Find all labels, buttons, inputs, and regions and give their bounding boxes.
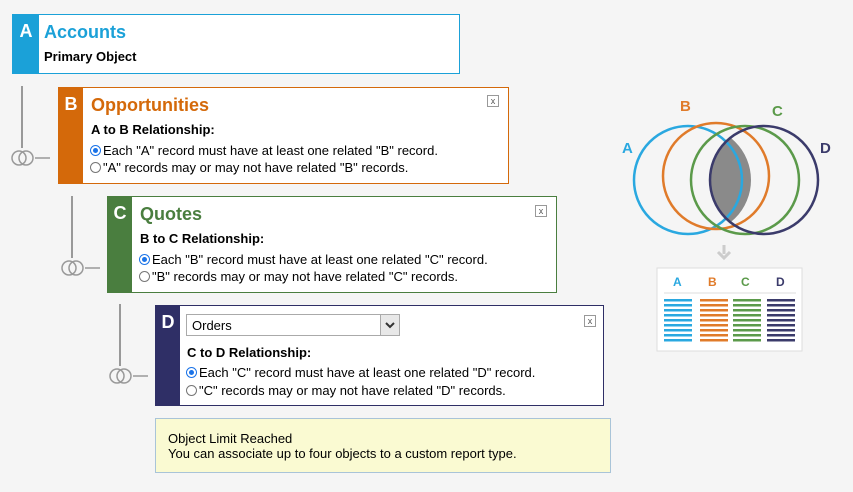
option-label: "C" records may or may not have related …	[199, 383, 506, 398]
radio-d-required[interactable]	[186, 367, 197, 378]
report-column-line-a	[664, 299, 692, 302]
report-column-line-b	[700, 319, 728, 322]
relationship-label-d: C to D Relationship:	[187, 345, 312, 360]
object-select-d[interactable]: Orders	[186, 314, 400, 336]
report-column-line-a	[664, 314, 692, 317]
report-column-line-d	[767, 339, 795, 342]
report-column-line-a	[664, 334, 692, 337]
connector-b	[11, 86, 50, 166]
column-label-d: D	[776, 275, 785, 289]
object-panel-b: B Opportunities x A to B Relationship: E…	[58, 87, 509, 184]
object-letter-c: C	[108, 197, 132, 292]
object-limit-notice: Object Limit Reached You can associate u…	[155, 418, 611, 473]
report-column-line-c	[733, 314, 761, 317]
report-column-line-b	[700, 339, 728, 342]
report-column-line-a	[664, 329, 692, 332]
option-label: "A" records may or may not have related …	[103, 160, 409, 175]
option-label: Each "A" record must have at least one r…	[103, 143, 438, 158]
option-label: "B" records may or may not have related …	[152, 269, 459, 284]
report-column-line-c	[733, 319, 761, 322]
object-title-c: Quotes	[140, 204, 203, 224]
relationship-option-b-required[interactable]: Each "A" record must have at least one r…	[90, 142, 438, 159]
chevron-down-icon[interactable]	[380, 315, 399, 335]
report-column-line-d	[767, 319, 795, 322]
report-column-line-d	[767, 309, 795, 312]
relationship-option-d-required[interactable]: Each "C" record must have at least one r…	[186, 364, 535, 381]
report-column-line-b	[700, 304, 728, 307]
venn-diagram-illustration: A B C D A B C D	[622, 98, 831, 352]
object-select-value: Orders	[192, 318, 232, 333]
radio-c-optional[interactable]	[139, 271, 150, 282]
report-column-line-d	[767, 334, 795, 337]
report-column-line-d	[767, 314, 795, 317]
primary-object-label: Primary Object	[44, 49, 137, 64]
radio-c-required[interactable]	[139, 254, 150, 265]
relationship-option-b-optional[interactable]: "A" records may or may not have related …	[90, 159, 408, 176]
object-title-b: Opportunities	[91, 95, 209, 115]
close-button-d[interactable]: x	[584, 315, 596, 327]
report-column-line-d	[767, 299, 795, 302]
report-column-line-b	[700, 329, 728, 332]
report-column-line-c	[733, 329, 761, 332]
relationship-label-c: B to C Relationship:	[140, 231, 265, 246]
report-column-line-a	[664, 319, 692, 322]
object-panel-d: D Orders x C to D Relationship: Each "C"…	[155, 305, 604, 406]
report-column-line-c	[733, 299, 761, 302]
report-column-line-a	[664, 339, 692, 342]
report-column-line-b	[700, 334, 728, 337]
object-letter-d: D	[156, 306, 180, 405]
object-panel-a: A Accounts Primary Object	[12, 14, 460, 74]
relationship-option-c-required[interactable]: Each "B" record must have at least one r…	[139, 251, 488, 268]
radio-b-required[interactable]	[90, 145, 101, 156]
option-label: Each "B" record must have at least one r…	[152, 252, 488, 267]
relationship-label-b: A to B Relationship:	[91, 122, 215, 137]
notice-message: You can associate up to four objects to …	[168, 446, 517, 461]
column-label-b: B	[708, 275, 717, 289]
close-button-b[interactable]: x	[487, 95, 499, 107]
venn-label-a: A	[622, 140, 633, 157]
close-button-c[interactable]: x	[535, 205, 547, 217]
arrow-down-icon	[716, 245, 732, 261]
option-label: Each "C" record must have at least one r…	[199, 365, 536, 380]
relationship-option-c-optional[interactable]: "B" records may or may not have related …	[139, 268, 458, 285]
connector-c	[61, 196, 100, 276]
connector-d	[109, 304, 148, 384]
report-column-line-a	[664, 324, 692, 327]
column-label-c: C	[741, 275, 750, 289]
report-column-line-b	[700, 299, 728, 302]
report-column-line-d	[767, 329, 795, 332]
relationship-option-d-optional[interactable]: "C" records may or may not have related …	[186, 382, 506, 399]
radio-b-optional[interactable]	[90, 162, 101, 173]
object-letter-a: A	[13, 15, 39, 73]
notice-title: Object Limit Reached	[168, 431, 293, 446]
column-label-a: A	[673, 275, 682, 289]
report-column-line-a	[664, 309, 692, 312]
report-column-line-c	[733, 324, 761, 327]
report-column-line-c	[733, 304, 761, 307]
venn-label-c: C	[772, 103, 783, 120]
object-panel-c: C Quotes x B to C Relationship: Each "B"…	[107, 196, 557, 293]
report-column-line-b	[700, 314, 728, 317]
report-column-line-a	[664, 304, 692, 307]
report-column-line-d	[767, 304, 795, 307]
report-column-line-b	[700, 309, 728, 312]
report-column-line-c	[733, 334, 761, 337]
report-column-line-b	[700, 324, 728, 327]
object-letter-b: B	[59, 88, 83, 183]
report-column-line-c	[733, 339, 761, 342]
report-column-line-c	[733, 309, 761, 312]
object-title-a: Accounts	[44, 22, 127, 42]
radio-d-optional[interactable]	[186, 385, 197, 396]
venn-label-d: D	[820, 140, 831, 157]
report-column-line-d	[767, 324, 795, 327]
venn-label-b: B	[680, 98, 691, 115]
